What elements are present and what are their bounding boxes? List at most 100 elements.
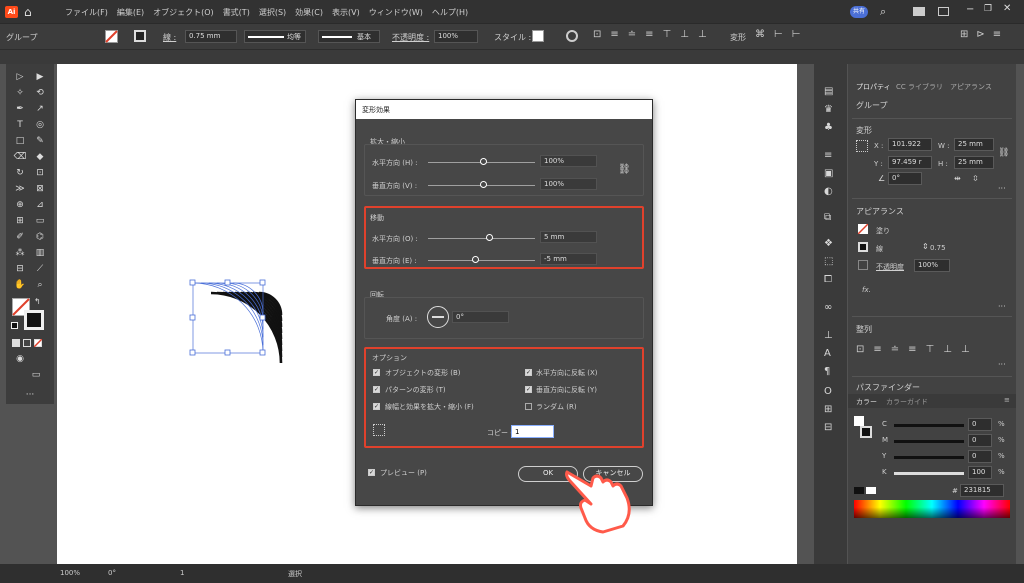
rotate-angle-field[interactable]: 0° [452,311,509,323]
more-appearance-icon[interactable]: ··· [998,302,1006,311]
graphic-styles-icon[interactable]: ⧠ [824,274,832,285]
pencil-tool-icon[interactable]: ✎ [30,134,50,148]
scale-horizontal-field[interactable]: 100% [540,155,597,167]
character-panel-icon[interactable]: ¶ [824,366,830,377]
home-icon[interactable]: ⌂ [24,5,38,19]
menu-file[interactable]: ファイル(F) [65,7,108,18]
close-icon[interactable]: ✕ [1003,3,1011,14]
gradient-mode-icon[interactable] [23,339,31,347]
color-panel-menu-icon[interactable]: ≡ [1004,396,1010,404]
pen-tool-icon[interactable]: ✒ [10,102,30,116]
menu-help[interactable]: ヘルプ(H) [432,7,468,18]
direct-selection-tool-icon[interactable]: ▶ [30,70,50,84]
menu-object[interactable]: オブジェクト(O) [153,7,214,18]
align-icons[interactable]: ⊡≡≐≡⊤⊥⊥ [593,29,716,40]
swatches-panel-icon[interactable]: ▣ [824,168,833,179]
tab-appearance[interactable]: アピアランス [950,82,992,92]
tab-properties[interactable]: プロパティ [856,82,891,92]
tab-color-guide[interactable]: カラーガイド [886,397,928,407]
transform-icons[interactable]: ⌘⊢⊢ [755,29,809,40]
workspace-icon[interactable] [913,7,925,16]
reflect-y-checkbox[interactable]: ✓ [525,386,532,393]
width-tool-icon[interactable]: ≫ [10,182,30,196]
reference-point-icon[interactable] [856,140,868,152]
perspective-tool-icon[interactable]: ⊿ [30,198,50,212]
move-vertical-knob[interactable] [472,256,479,263]
panel-icons[interactable]: ⊞⊳≡ [960,29,1009,40]
shape-builder-tool-icon[interactable]: ⊕ [10,198,30,212]
move-vertical-field[interactable]: -5 mm [540,253,597,265]
tab-color[interactable]: カラー [856,397,877,407]
symbols-panel-icon[interactable]: ❖ [824,238,833,249]
opacity-label[interactable]: 不透明度 : [392,32,429,43]
fill-swatch[interactable] [105,30,118,43]
transform-panel-icon[interactable]: ⊞ [824,404,832,415]
stroke-panel-icon[interactable]: ≡ [824,150,832,161]
more-align-icon[interactable]: ··· [998,360,1006,369]
zoom-tool-icon[interactable]: ⌕ [30,278,50,292]
color-stroke-swatch[interactable] [860,426,872,438]
none-mode-icon[interactable] [34,339,42,347]
y-field[interactable]: 97.459 r [888,156,932,169]
pathfinder-panel-icon[interactable]: ⊟ [824,422,832,433]
stroke-label[interactable]: 線 : [163,32,176,43]
link-dimensions-icon[interactable]: ⛓ [998,148,1009,158]
color-spectrum[interactable] [854,500,1010,518]
stroke-swatch[interactable] [858,242,868,252]
links-panel-icon[interactable]: ∞ [824,302,832,313]
align-panel-icon[interactable]: ⊥ [824,330,833,341]
black-swatch[interactable] [854,487,864,494]
move-horizontal-slider[interactable] [428,238,535,239]
share-button[interactable]: 共有 [850,6,868,18]
window-icon[interactable] [938,7,949,16]
tab-cc-libraries[interactable]: CC ライブラリ [896,82,943,92]
recolor-icon[interactable] [566,30,578,42]
eraser-tool-icon[interactable]: ⌫ [10,150,30,164]
libraries-panel-icon[interactable]: ♛ [824,104,833,115]
flip-horizontal-icon[interactable]: ⇹ [954,174,961,183]
appearance-panel-icon[interactable]: ♣ [824,122,833,133]
white-swatch[interactable] [866,487,876,494]
scale-vertical-field[interactable]: 100% [540,178,597,190]
transform-patterns-checkbox[interactable]: ✓ [373,386,380,393]
rectangle-tool-icon[interactable]: □ [10,134,30,148]
search-icon[interactable]: ⌕ [880,5,886,19]
color-fill-swatch[interactable] [854,416,864,426]
artboard-tool-icon[interactable]: ⊟ [10,262,30,276]
shaper-tool-icon[interactable]: ◆ [30,150,50,164]
artboard-number[interactable]: 1 [180,569,184,577]
layers-panel-icon[interactable]: ⧉ [824,212,831,223]
menu-effect[interactable]: 効果(C) [295,7,323,18]
lasso-tool-icon[interactable]: ⟲ [30,86,50,100]
menu-view[interactable]: 表示(V) [332,7,360,18]
default-colors-icon[interactable] [11,322,18,329]
stroke-weight-value[interactable]: 0.75 [930,244,946,252]
scale-tool-icon[interactable]: ⊡ [30,166,50,180]
stroke-profile-select[interactable]: 均等 [244,30,306,43]
hand-tool-icon[interactable]: ✋ [10,278,30,292]
screen-mode-icon[interactable]: ▭ [26,368,46,382]
c-slider[interactable] [894,424,964,427]
transform-objects-checkbox[interactable]: ✓ [373,369,380,376]
w-field[interactable]: 25 mm [954,138,994,151]
stroke-swatch[interactable] [134,30,146,42]
move-horizontal-field[interactable]: 5 mm [540,231,597,243]
more-options-icon[interactable]: ··· [998,184,1006,193]
zoom-level[interactable]: 100% [60,569,80,577]
rotate-dial[interactable] [427,306,449,328]
stroke-stepper-icon[interactable]: ⇕ [922,242,929,251]
c-field[interactable]: 0 [968,418,992,431]
hex-field[interactable]: 231815 [960,484,1004,497]
style-swatch[interactable] [532,30,544,42]
stroke-weight-field[interactable]: 0.75 mm [185,30,237,43]
rotate-field[interactable]: 0° [888,172,922,185]
color-panel-icon[interactable]: ◐ [824,186,833,197]
properties-panel-icon[interactable]: ▤ [824,86,833,97]
swap-colors-icon[interactable]: ↰ [34,297,41,306]
reference-point-icon[interactable] [373,424,385,436]
flip-vertical-icon[interactable]: ⇳ [972,174,979,183]
rotate-tool-icon[interactable]: ↻ [10,166,30,180]
m-field[interactable]: 0 [968,434,992,447]
random-checkbox[interactable] [525,403,532,410]
h-field[interactable]: 25 mm [954,156,994,169]
